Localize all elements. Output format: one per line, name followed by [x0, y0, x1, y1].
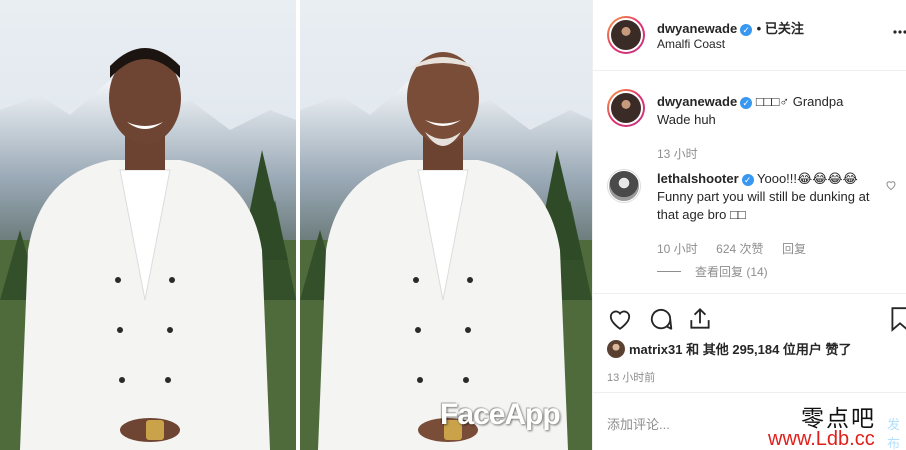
caption: dwyanewade ✓ □□□♂ Grandpa Wade huh [657, 93, 877, 129]
comment-time[interactable]: 10 小时 [657, 242, 698, 256]
liker-avatar[interactable] [607, 340, 625, 358]
caption-avatar[interactable] [607, 89, 645, 127]
liker-username[interactable]: matrix31 [629, 342, 682, 357]
comment-username[interactable]: lethalshooter [657, 171, 739, 186]
faceapp-watermark: FaceApp [440, 398, 561, 431]
view-replies[interactable]: 查看回复 (14) [657, 263, 768, 281]
post-time[interactable]: 13 小时前 [607, 369, 655, 385]
share-icon[interactable] [687, 306, 713, 332]
post-sidebar: dwyanewade ✓ • 已关注 Amalfi Coast dwyanewad… [592, 0, 906, 450]
verified-icon: ✓ [741, 174, 754, 186]
post-header: dwyanewade ✓ • 已关注 Amalfi Coast [593, 0, 906, 71]
follow-status[interactable]: • 已关注 [757, 21, 804, 36]
heart-icon[interactable] [607, 306, 633, 332]
verified-icon: ✓ [740, 97, 753, 109]
comments-section: dwyanewade ✓ □□□♂ Grandpa Wade huh 13 小时 … [593, 72, 906, 294]
post-location[interactable]: Amalfi Coast [657, 37, 725, 51]
author-avatar[interactable] [607, 16, 645, 54]
comment-meta: 10 小时 624 次赞 回复 [657, 240, 806, 258]
add-comment-input[interactable]: 添加评论... [607, 414, 670, 433]
author-line: dwyanewade ✓ • 已关注 [657, 18, 804, 38]
post-comment-button[interactable]: 发布 [887, 414, 906, 450]
comment-likes[interactable]: 624 次赞 [716, 242, 763, 256]
more-icon[interactable] [893, 30, 906, 34]
comment-icon[interactable] [648, 306, 674, 332]
bookmark-icon[interactable] [889, 306, 906, 332]
likes-line: matrix31 和 其他 295,184 位用户 赞了 [607, 339, 852, 358]
faceapp-comparison-image [0, 0, 592, 450]
caption-username[interactable]: dwyanewade [657, 94, 737, 109]
site-watermark-url: www.Ldb.cc [768, 428, 875, 450]
verified-icon: ✓ [740, 24, 753, 36]
reply-button[interactable]: 回复 [782, 242, 806, 256]
author-username[interactable]: dwyanewade [657, 21, 737, 36]
commenter-avatar[interactable] [607, 169, 641, 203]
comment: lethalshooter ✓ Yooo!!!😂😂😂😂 Funny part yo… [657, 170, 877, 224]
view-replies-label[interactable]: 查看回复 (14) [695, 265, 768, 279]
likes-count-text[interactable]: 和 其他 295,184 位用户 赞了 [686, 342, 851, 357]
caption-time[interactable]: 13 小时 [657, 145, 698, 162]
comment-like-heart-icon[interactable] [885, 179, 897, 191]
action-bar [593, 296, 906, 342]
replies-divider [657, 271, 681, 272]
post-photo[interactable]: FaceApp [0, 0, 592, 450]
